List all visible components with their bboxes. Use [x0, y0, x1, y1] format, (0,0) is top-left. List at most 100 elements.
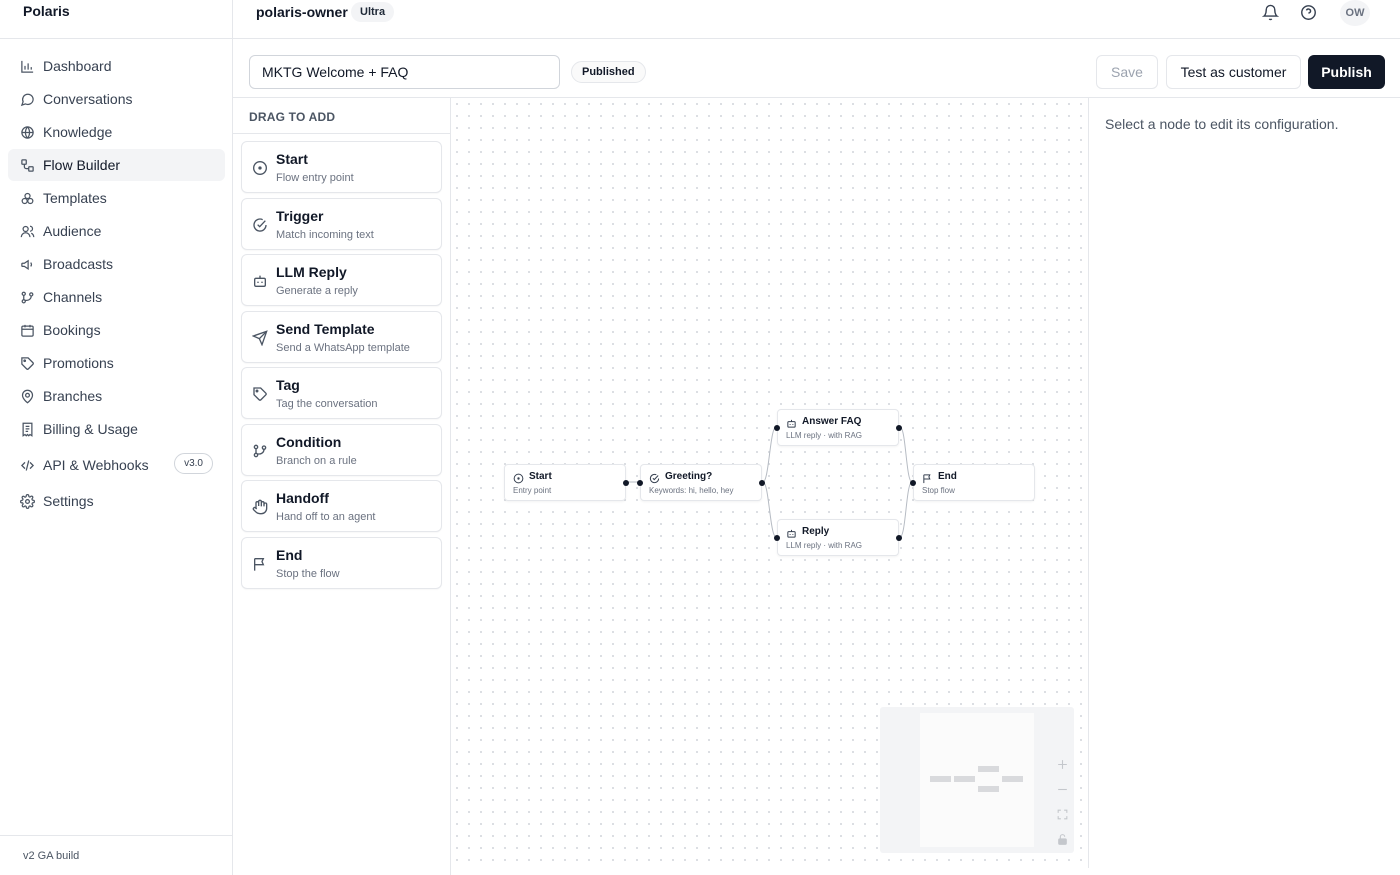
node-subtitle: Keywords: hi, hello, hey — [649, 486, 734, 495]
check-circle-icon — [649, 471, 660, 484]
bot-icon — [252, 273, 268, 289]
play-circle-icon — [513, 471, 524, 484]
sidebar-item-settings[interactable]: Settings — [8, 485, 225, 517]
message-circle-icon — [19, 91, 35, 107]
workflow-icon — [19, 157, 35, 173]
receipt-icon — [19, 421, 35, 437]
version-badge: v3.0 — [174, 453, 213, 474]
node-input-handle[interactable] — [774, 535, 780, 541]
sidebar-nav: Dashboard Conversations Knowledge Flow B… — [8, 50, 225, 518]
flow-edge[interactable] — [899, 426, 913, 483]
flow-node-end[interactable]: End Stop flow — [910, 464, 1035, 501]
lock-icon[interactable] — [1051, 828, 1073, 850]
sidebar-item-label: Audience — [43, 223, 102, 239]
sidebar-item-branches[interactable]: Branches — [8, 380, 225, 412]
palette-item-tag[interactable]: Tag Tag the conversation — [241, 367, 442, 419]
palette-item-trigger[interactable]: Trigger Match incoming text — [241, 197, 442, 250]
flag-icon — [922, 471, 933, 484]
sidebar-item-broadcasts[interactable]: Broadcasts — [8, 248, 225, 280]
node-input-handle[interactable] — [774, 425, 780, 431]
sidebar-item-flow-builder[interactable]: Flow Builder — [8, 149, 225, 181]
palette-item-title: Send Template — [276, 320, 375, 337]
plan-badge: Ultra — [351, 2, 395, 22]
palette-item-subtitle: Send a WhatsApp template — [276, 341, 410, 354]
palette-item-subtitle: Generate a reply — [276, 285, 358, 297]
node-subtitle: LLM reply · with RAG — [786, 431, 863, 440]
sidebar-item-api-webhooks[interactable]: API & Webhooks v3.0 — [8, 449, 225, 481]
sidebar-item-knowledge[interactable]: Knowledge — [8, 116, 225, 148]
node-input-handle[interactable] — [910, 480, 916, 486]
palette-item-send-template[interactable]: Send Template Send a WhatsApp template — [241, 310, 442, 363]
shapes-icon — [19, 190, 35, 206]
node-input-handle[interactable] — [637, 480, 643, 486]
test-as-customer-button[interactable]: Test as customer — [1166, 55, 1301, 89]
config-hint: Select a node to edit its configuration. — [1105, 116, 1339, 132]
node-output-handle[interactable] — [623, 480, 629, 486]
sidebar-item-label: Promotions — [43, 355, 114, 371]
flow-name-input[interactable] — [249, 55, 560, 89]
avatar[interactable]: OW — [1340, 0, 1370, 26]
minimap-node — [978, 786, 999, 792]
flow-edge[interactable] — [762, 481, 777, 538]
save-button[interactable]: Save — [1096, 55, 1158, 89]
node-title: Start — [529, 471, 552, 482]
tag-icon — [252, 386, 268, 402]
sidebar-item-label: Flow Builder — [43, 157, 121, 173]
sidebar-item-dashboard[interactable]: Dashboard — [8, 50, 225, 82]
sidebar-item-label: Channels — [43, 289, 103, 305]
publish-button[interactable]: Publish — [1308, 55, 1385, 89]
flow-edge[interactable] — [899, 481, 913, 538]
zoom-in-icon[interactable] — [1051, 753, 1073, 775]
map-pin-icon — [19, 388, 35, 404]
sidebar: Polaris Dashboard Conversations Knowledg… — [0, 0, 233, 875]
sidebar-item-audience[interactable]: Audience — [8, 215, 225, 247]
palette-item-subtitle: Flow entry point — [276, 172, 354, 184]
flow-edge[interactable] — [762, 426, 777, 483]
node-subtitle: Entry point — [513, 486, 552, 495]
flow-node-answer-faq[interactable]: Answer FAQ LLM reply · with RAG — [774, 409, 902, 446]
sidebar-item-label: Dashboard — [43, 58, 112, 74]
minimap-node — [930, 776, 951, 782]
palette-item-title: Handoff — [276, 490, 329, 506]
sidebar-item-templates[interactable]: Templates — [8, 182, 225, 214]
flow-node-start[interactable]: Start Entry point — [504, 464, 629, 501]
minimap[interactable] — [880, 707, 1074, 853]
play-circle-icon — [252, 160, 268, 176]
palette-item-condition[interactable]: Condition Branch on a rule — [241, 423, 442, 476]
sidebar-item-conversations[interactable]: Conversations — [8, 83, 225, 115]
flow-node-reply[interactable]: Reply LLM reply · with RAG — [774, 519, 902, 556]
node-title: Reply — [802, 526, 830, 537]
flow-node-greeting[interactable]: Greeting? Keywords: hi, hello, hey — [637, 464, 765, 501]
help-icon[interactable] — [1299, 3, 1317, 21]
bot-icon — [786, 416, 797, 428]
flow-canvas[interactable]: Start Entry point Greeting? Keywords: hi… — [451, 98, 1089, 868]
node-title: Answer FAQ — [802, 416, 862, 427]
palette-item-start[interactable]: Start Flow entry point — [241, 141, 442, 193]
sidebar-item-bookings[interactable]: Bookings — [8, 314, 225, 346]
sidebar-item-channels[interactable]: Channels — [8, 281, 225, 313]
palette-item-title: LLM Reply — [276, 264, 347, 280]
sidebar-item-label: Settings — [43, 493, 94, 509]
node-output-handle[interactable] — [759, 480, 765, 486]
palette-item-title: End — [276, 546, 303, 563]
node-output-handle[interactable] — [896, 425, 902, 431]
globe-book-icon — [19, 124, 35, 140]
bell-icon[interactable] — [1261, 3, 1279, 21]
minimap-node — [954, 776, 975, 782]
sidebar-item-billing[interactable]: Billing & Usage — [8, 413, 225, 445]
palette-item-llm-reply[interactable]: LLM Reply Generate a reply — [241, 254, 442, 306]
brand-logo[interactable]: Polaris — [23, 3, 70, 19]
sidebar-item-label: Templates — [43, 190, 107, 206]
sidebar-item-label: Conversations — [43, 91, 133, 107]
sidebar-item-label: Broadcasts — [43, 256, 114, 272]
bar-chart-icon — [19, 58, 35, 74]
build-label: v2 GA build — [23, 850, 80, 862]
fit-view-icon[interactable] — [1051, 803, 1073, 825]
palette-item-title: Condition — [276, 433, 342, 450]
palette-item-handoff[interactable]: Handoff Hand off to an agent — [241, 480, 442, 532]
sidebar-item-promotions[interactable]: Promotions — [8, 347, 225, 379]
zoom-out-icon[interactable] — [1051, 778, 1073, 800]
node-output-handle[interactable] — [896, 535, 902, 541]
palette-item-end[interactable]: End Stop the flow — [241, 536, 442, 589]
org-name[interactable]: polaris-owner — [256, 4, 348, 20]
